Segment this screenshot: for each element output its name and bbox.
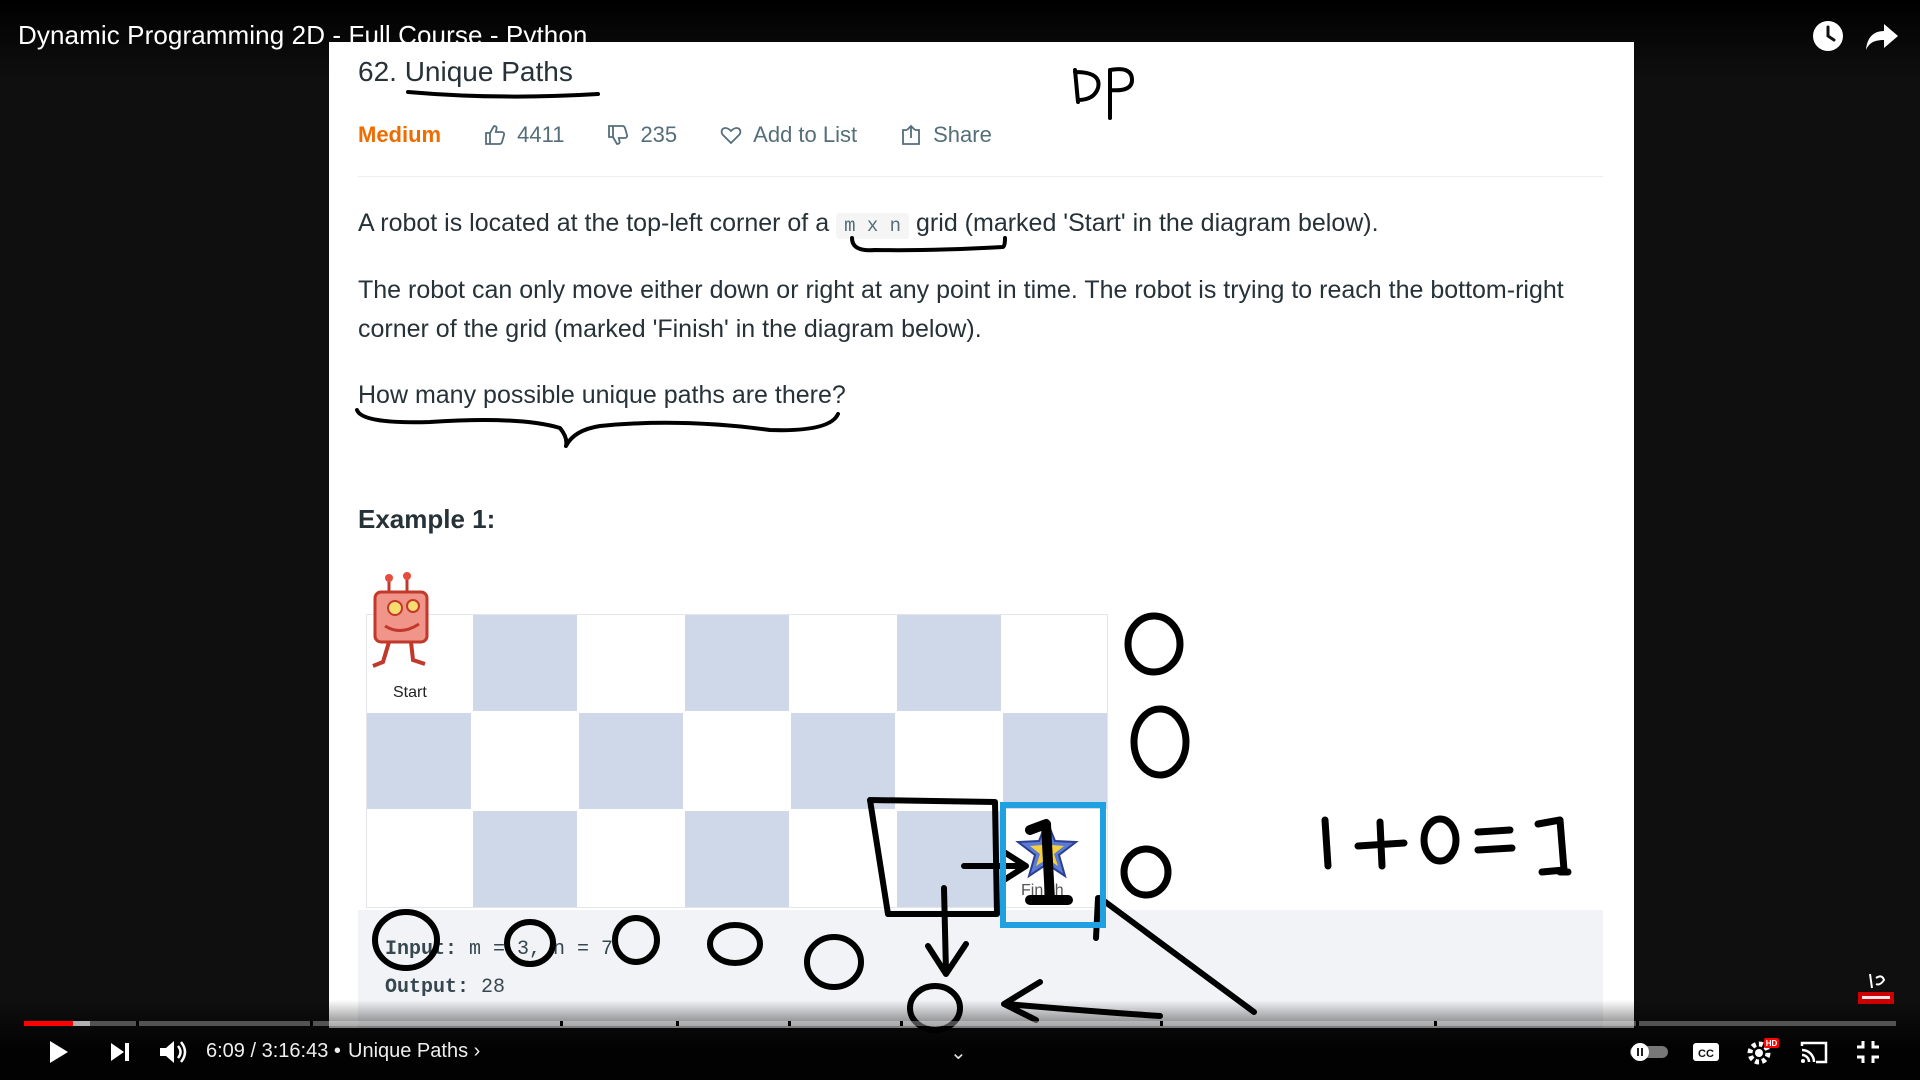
chevron-down-icon[interactable]: ⌄: [950, 1040, 967, 1065]
video-player[interactable]: Dynamic Programming 2D - Full Course - P…: [0, 0, 1920, 1080]
autoplay-toggle[interactable]: [1628, 1036, 1670, 1073]
progress-bar[interactable]: [24, 1021, 1896, 1026]
exit-fullscreen-icon: [1857, 1041, 1879, 1063]
chapter-marker: [1434, 1021, 1437, 1026]
settings-button[interactable]: HD: [1744, 1036, 1780, 1073]
svg-text:CC: CC: [1698, 1048, 1714, 1060]
chapter-marker: [788, 1021, 791, 1026]
chapter-marker: [310, 1021, 313, 1026]
chapter-marker: [560, 1021, 563, 1026]
chevron-right-icon: ›: [473, 1040, 481, 1062]
duration: 3:16:43: [261, 1040, 329, 1062]
gear-icon: HD: [1747, 1038, 1779, 1065]
next-icon: [111, 1043, 129, 1061]
cast-button[interactable]: [1798, 1036, 1830, 1073]
svg-text:HD: HD: [1766, 1039, 1778, 1048]
time-display: 6:09 / 3:16:43 •: [206, 1040, 341, 1062]
chapter-button[interactable]: Unique Paths ›: [348, 1040, 480, 1063]
exit-fullscreen-button[interactable]: [1852, 1036, 1884, 1073]
progress-played: [24, 1021, 73, 1026]
handwritten-annotations: [355, 67, 1572, 1033]
chapter-marker: [676, 1021, 679, 1026]
chapter-marker: [1636, 1021, 1639, 1026]
chapter-marker: [1160, 1021, 1163, 1026]
play-icon: [50, 1041, 68, 1063]
captions-button[interactable]: CC: [1690, 1036, 1722, 1073]
cast-icon: [1800, 1041, 1828, 1064]
subscribe-icon: [1858, 973, 1894, 1004]
next-button[interactable]: [104, 1036, 136, 1073]
autoplay-icon: [1630, 1043, 1668, 1061]
captions-icon: CC: [1693, 1043, 1719, 1061]
current-time: 6:09: [206, 1040, 245, 1062]
subscribe-watermark[interactable]: [1856, 970, 1896, 1010]
chapter-marker: [900, 1021, 903, 1026]
play-button[interactable]: [42, 1036, 74, 1073]
chapter-marker: [136, 1021, 139, 1026]
volume-icon: [160, 1041, 187, 1063]
volume-button[interactable]: [156, 1036, 190, 1073]
chapter-title: Unique Paths: [348, 1040, 469, 1062]
